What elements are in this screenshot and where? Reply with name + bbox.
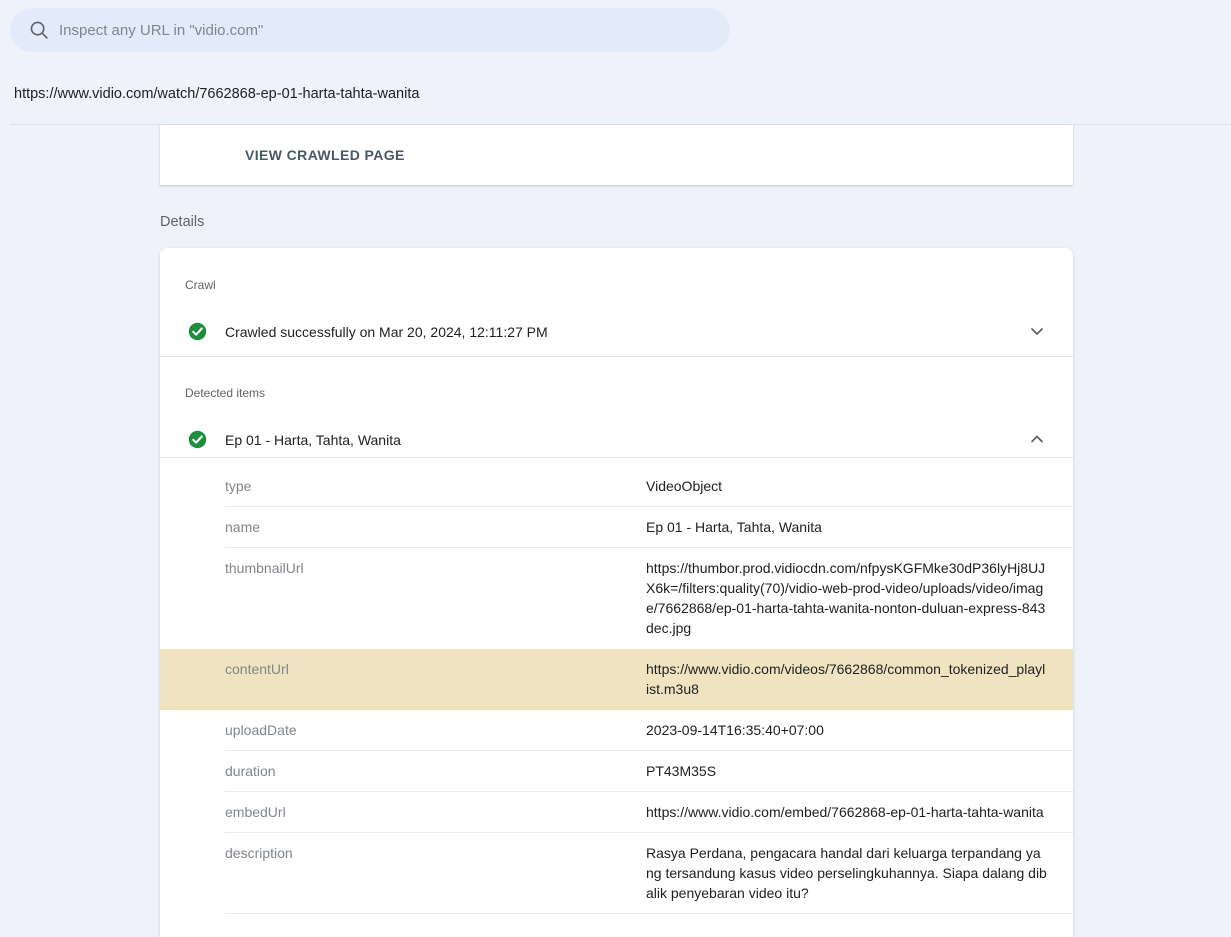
property-value: 2023-09-14T16:35:40+07:00 <box>646 710 1073 750</box>
property-key: uploadDate <box>225 710 646 750</box>
property-value: Ep 01 - Harta, Tahta, Wanita <box>646 507 1073 547</box>
details-card: Crawl Crawled successfully on Mar 20, 20… <box>160 248 1073 937</box>
chevron-down-icon[interactable] <box>1025 319 1049 343</box>
crawled-page-card: VIEW CRAWLED PAGE <box>160 125 1073 185</box>
property-row: name Ep 01 - Harta, Tahta, Wanita <box>160 507 1073 548</box>
property-value: Rasya Perdana, pengacara handal dari kel… <box>646 833 1073 913</box>
url-inspect-search-bar[interactable] <box>10 8 730 52</box>
search-input[interactable] <box>59 22 730 39</box>
search-icon <box>28 19 50 41</box>
check-circle-icon <box>188 430 207 449</box>
property-value: https://www.vidio.com/embed/7662868-ep-0… <box>646 792 1073 832</box>
property-row: thumbnailUrl https://thumbor.prod.vidioc… <box>160 548 1073 649</box>
property-value: https://thumbor.prod.vidiocdn.com/nfpysK… <box>646 548 1073 648</box>
url-inspection-page: https://www.vidio.com/watch/7662868-ep-0… <box>0 0 1231 937</box>
detected-items-label: Detected items <box>185 385 265 401</box>
view-crawled-page-button[interactable]: VIEW CRAWLED PAGE <box>245 147 405 163</box>
property-value: VideoObject <box>646 466 1073 506</box>
crawl-section-label: Crawl <box>185 277 216 293</box>
property-key: thumbnailUrl <box>225 548 646 588</box>
check-circle-icon <box>188 322 207 341</box>
property-value: PT43M35S <box>646 751 1073 791</box>
details-section-title: Details <box>160 214 204 230</box>
property-row: duration PT43M35S <box>160 751 1073 792</box>
property-key: duration <box>225 751 646 791</box>
property-value: https://www.vidio.com/videos/7662868/com… <box>646 649 1073 709</box>
inspected-url-text: https://www.vidio.com/watch/7662868-ep-0… <box>14 84 419 104</box>
property-key: description <box>225 833 646 873</box>
property-key: embedUrl <box>225 792 646 832</box>
crawl-status-text: Crawled successfully on Mar 20, 2024, 12… <box>225 322 548 342</box>
property-row: embedUrl https://www.vidio.com/embed/766… <box>160 792 1073 833</box>
detected-item-title: Ep 01 - Harta, Tahta, Wanita <box>225 430 401 450</box>
properties-table: type VideoObject name Ep 01 - Harta, Tah… <box>160 458 1073 914</box>
property-key: type <box>225 466 646 506</box>
property-row: contentUrl https://www.vidio.com/videos/… <box>160 649 1073 710</box>
crawl-status-row[interactable]: Crawled successfully on Mar 20, 2024, 12… <box>160 314 1073 352</box>
section-divider <box>160 356 1073 357</box>
property-row: type VideoObject <box>160 466 1073 507</box>
property-key: name <box>225 507 646 547</box>
detected-item-row[interactable]: Ep 01 - Harta, Tahta, Wanita <box>160 422 1073 460</box>
chevron-up-icon[interactable] <box>1025 427 1049 451</box>
property-key: contentUrl <box>225 649 646 689</box>
property-row: uploadDate 2023-09-14T16:35:40+07:00 <box>160 710 1073 751</box>
property-row: description Rasya Perdana, pengacara han… <box>160 833 1073 914</box>
